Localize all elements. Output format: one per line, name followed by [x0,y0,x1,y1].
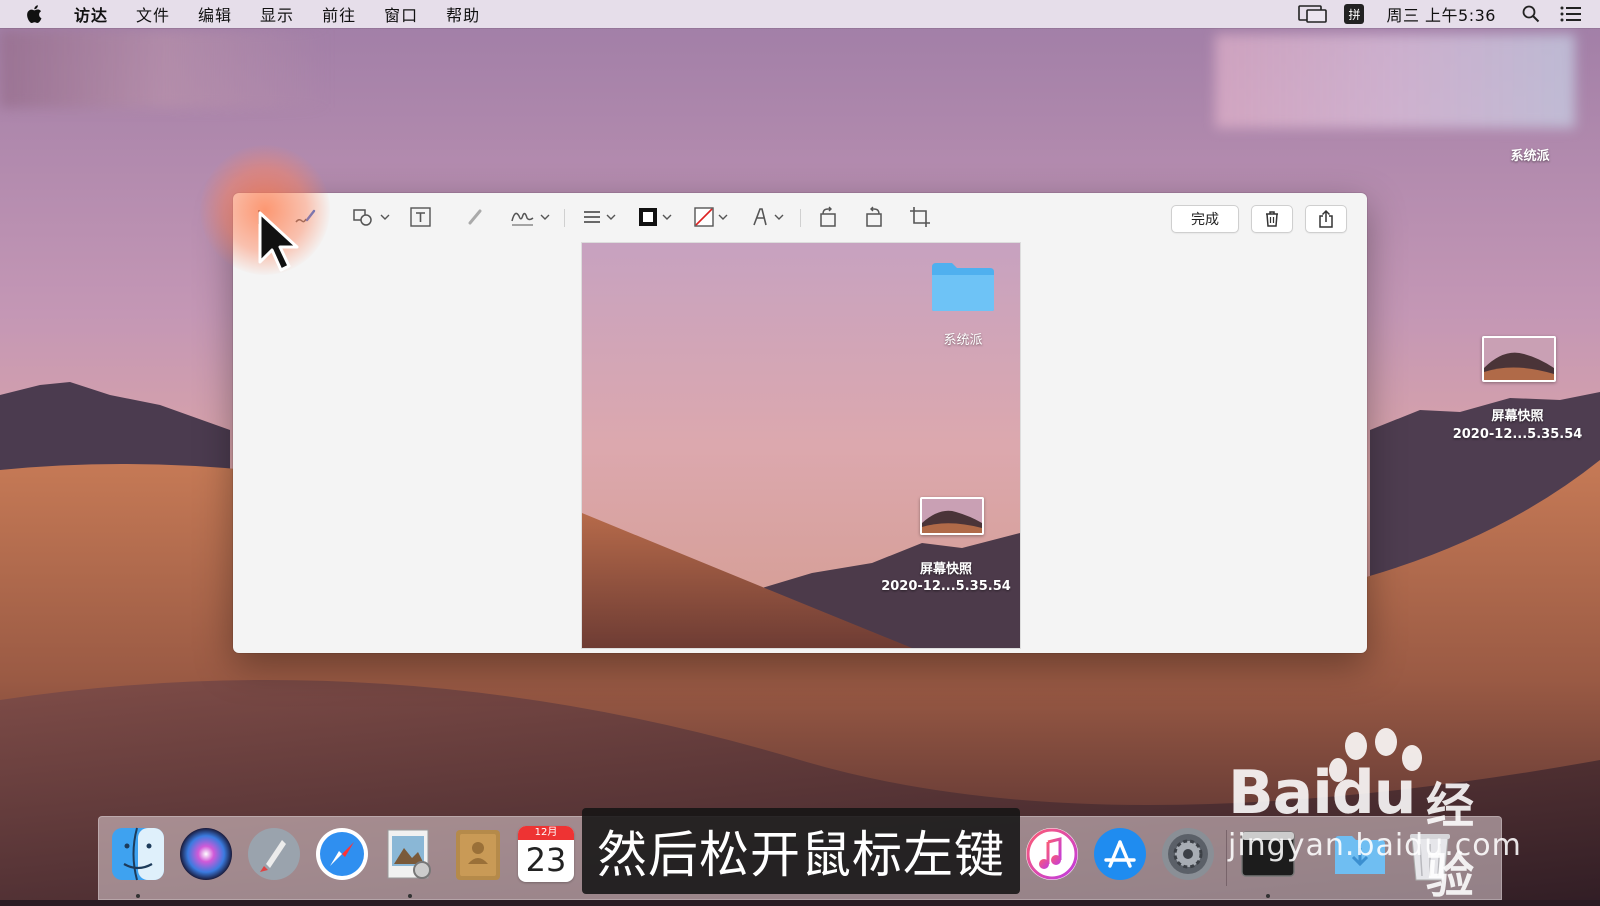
menu-view[interactable]: 显示 [260,2,294,26]
chevron-down-icon [662,214,672,220]
signature-icon [511,212,534,226]
highlighter-icon [468,209,482,225]
desktop-folder-label[interactable]: 系统派 [1490,145,1570,164]
desktop-screenshot-thumbnail[interactable] [1482,336,1556,382]
canvas-folder-label: 系统派 [943,333,983,348]
share-icon [1319,209,1333,228]
rotate-right-button[interactable] [863,205,885,229]
itunes-icon[interactable] [1024,826,1080,882]
file-name-line2: 2020-12...5.35.54 [881,579,1011,594]
preview-app-icon[interactable] [382,826,438,882]
rotate-left-button[interactable] [817,205,839,229]
menu-clock[interactable]: 周三 上午5:36 [1386,2,1496,26]
mouse-cursor-icon [258,211,299,272]
trash-icon [1266,211,1278,227]
watermark-brand-bai: Bai [1228,758,1333,828]
apple-icon[interactable] [24,3,46,25]
watermark-url: jingyan.baidu.com [1228,828,1522,863]
border-color-tool[interactable] [637,205,672,229]
chevron-down-icon [380,214,390,220]
chevron-down-icon [606,214,616,220]
menu-bar: 访达 文件 编辑 显示 前往 窗口 帮助 拼 周三 上午5:36 [0,0,1600,28]
watermark-brand: Baidu [1228,758,1417,828]
menu-window[interactable]: 窗口 [384,2,418,26]
siri-icon[interactable] [178,826,234,882]
menu-go[interactable]: 前往 [322,2,356,26]
input-method-badge: 拼 [1344,4,1365,24]
fill-color-tool[interactable] [693,205,728,229]
menu-items: 访达 文件 编辑 显示 前往 窗口 帮助 [60,2,494,26]
calendar-icon[interactable]: 12月 23 [518,826,574,882]
shapes-tool[interactable] [351,205,390,229]
spotlight-search-icon[interactable] [1522,5,1540,23]
file-name-line1: 屏幕快照 [1491,409,1544,424]
menu-app-name[interactable]: 访达 [74,2,108,26]
rotate-right-icon [866,206,882,227]
menu-edit[interactable]: 编辑 [198,2,232,26]
font-style-icon [753,208,767,226]
menu-bar-status: 拼 周三 上午5:36 [1282,0,1582,28]
markup-toolbar: 完成 [233,193,1367,241]
chevron-down-icon [718,214,728,220]
watermark-brand-du: du [1331,758,1417,828]
dock-divider [1226,830,1227,886]
fill-color-icon [694,207,714,227]
canvas-screenshot-thumbnail[interactable] [920,497,984,535]
video-subtitle: 然后松开鼠标左键 [582,808,1020,894]
chevron-down-icon [774,214,784,220]
finder-icon[interactable] [110,826,166,882]
line-style-icon [584,211,600,223]
delete-button[interactable] [1251,205,1293,233]
launchpad-icon[interactable] [246,826,302,882]
file-name-line1: 屏幕快照 [919,562,972,577]
file-name-line2: 2020-12...5.35.54 [1452,427,1583,442]
menu-help[interactable]: 帮助 [446,2,480,26]
text-tool[interactable] [409,205,433,229]
input-method-icon[interactable]: 拼 [1344,4,1365,24]
highlight-tool[interactable] [465,205,487,229]
menu-file[interactable]: 文件 [136,2,170,26]
airplay-display-icon[interactable] [1298,4,1328,24]
share-button[interactable] [1305,205,1347,233]
text-box-icon [410,207,431,227]
sign-tool[interactable] [509,205,550,229]
safari-icon[interactable] [314,826,370,882]
running-indicator [1266,894,1270,898]
toolbar-divider [564,209,565,227]
screenshot-canvas[interactable]: 系统派 屏幕快照 2020-12...5.35.54 [581,242,1021,649]
border-color-icon [639,208,657,226]
app-store-icon[interactable] [1092,826,1148,882]
blurred-region [1215,34,1575,128]
crop-button[interactable] [909,205,931,229]
notes-contacts-icon[interactable] [450,826,506,882]
shape-style-tool[interactable] [581,205,616,229]
calendar-month: 12月 [518,826,574,840]
done-button[interactable]: 完成 [1171,205,1239,233]
running-indicator [408,894,412,898]
system-preferences-icon[interactable] [1160,826,1216,882]
toolbar-divider [800,209,801,227]
rotate-left-icon [820,206,836,227]
preview-markup-window: 完成 系统派 屏幕快照 2020-12...5.35.54 [233,193,1367,653]
calendar-day: 23 [525,841,567,879]
blurred-region [0,30,330,108]
canvas-screenshot-label: 屏幕快照 2020-12...5.35.54 [878,561,1014,595]
folder-icon[interactable] [930,259,996,313]
notification-center-icon[interactable] [1560,5,1582,23]
text-style-tool[interactable] [749,205,784,229]
running-indicator [136,894,140,898]
chevron-down-icon [540,214,550,220]
shapes-icon [353,209,372,226]
desktop-screenshot-label[interactable]: 屏幕快照 2020-12...5.35.54 [1440,408,1595,444]
crop-icon [910,207,930,227]
